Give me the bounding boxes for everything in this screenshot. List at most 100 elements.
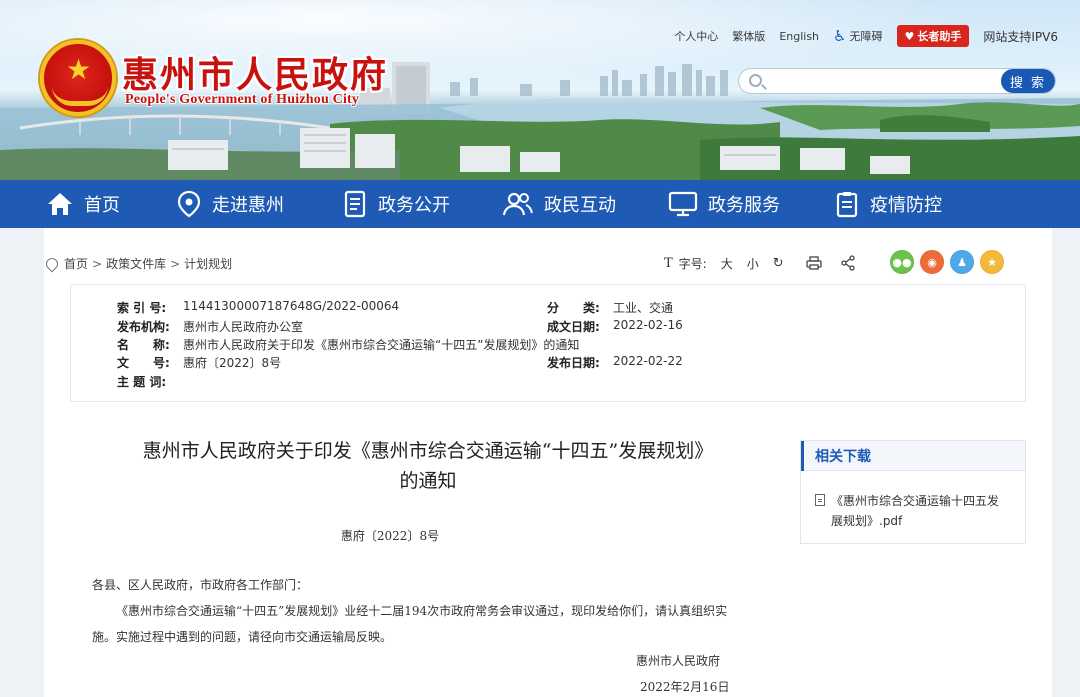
- download-link-pdf[interactable]: 《惠州市综合交通运输十四五发 展规划》.pdf: [815, 491, 1015, 531]
- download-link-line: 《惠州市综合交通运输十四五发: [831, 494, 1000, 508]
- site-title-en: People's Government of Huizhou City: [125, 92, 360, 107]
- ipv6-support-text: 网站支持IPV6: [983, 29, 1058, 44]
- meta-doc-no: 文 号: 惠府〔2022〕8号: [117, 354, 281, 371]
- article-title-line: 的通知: [399, 470, 457, 492]
- breadcrumb-separator: >: [92, 256, 103, 271]
- meta-issuer: 发布机构: 惠州市人民政府办公室: [117, 318, 303, 335]
- people-icon: [502, 192, 533, 216]
- breadcrumb-separator: >: [170, 256, 181, 271]
- search-box: 搜 索: [738, 68, 1056, 94]
- accessibility-label: 无障碍: [849, 30, 883, 43]
- nav-item-interaction[interactable]: 政民互动: [502, 180, 616, 228]
- share-icon[interactable]: [840, 255, 856, 271]
- article-title-line: 惠州市人民政府关于印发《惠州市综合交通运输“十四五”发展规划》: [142, 440, 714, 462]
- article-tools: T 字号: 大 小 ↻: [664, 252, 856, 274]
- header-banner: ★ 惠州市人民政府 People's Government of Huizhou…: [0, 0, 1080, 180]
- monitor-icon: [668, 191, 698, 217]
- nav-label: 疫情防控: [870, 195, 942, 216]
- location-icon: [43, 255, 61, 272]
- location-pin-icon: [177, 190, 201, 218]
- wechat-share-icon[interactable]: ●●: [890, 250, 914, 274]
- nav-item-home[interactable]: 首页: [46, 180, 120, 228]
- font-size-icon: T: [664, 255, 673, 271]
- nav-item-epidemic[interactable]: 疫情防控: [834, 180, 942, 228]
- wheelchair-icon: ♿: [833, 27, 847, 45]
- nav-label: 政民互动: [544, 195, 616, 216]
- clipboard-icon: [836, 192, 858, 218]
- breadcrumb-planning[interactable]: 计划规划: [184, 255, 232, 272]
- nav-item-about-huizhou[interactable]: 走进惠州: [176, 180, 284, 228]
- document-metadata: 索 引 号: 11441300007187648G/2022-00064 分 类…: [70, 284, 1026, 402]
- meta-value: 2022-02-16: [613, 318, 683, 332]
- font-large-button[interactable]: 大: [721, 255, 733, 272]
- search-icon: [749, 74, 762, 87]
- meta-key: 名 称:: [117, 338, 170, 352]
- elder-assistant-button[interactable]: ♥ 长者助手: [896, 25, 970, 47]
- article-title: 惠州市人民政府关于印发《惠州市综合交通运输“十四五”发展规划》 的通知: [70, 436, 786, 496]
- related-downloads-header: 相关下载: [801, 440, 1025, 471]
- download-link-text: 《惠州市综合交通运输十四五发 展规划》.pdf: [831, 491, 999, 531]
- article-salutation: 各县、区人民政府，市政府各工作部门：: [92, 578, 309, 592]
- top-links: 个人中心 繁体版 English ♿ 无障碍 ♥ 长者助手 网站支持IPV6: [674, 24, 1058, 48]
- national-emblem-icon: ★: [40, 40, 116, 116]
- nav-item-gov-affairs-open[interactable]: 政务公开: [342, 180, 450, 228]
- search-input[interactable]: [767, 69, 999, 93]
- related-downloads: 相关下载 《惠州市综合交通运输十四五发 展规划》.pdf: [800, 440, 1026, 544]
- elder-icon: ♥: [904, 29, 915, 43]
- meta-value: 惠府〔2022〕8号: [183, 356, 282, 370]
- document-icon: [344, 190, 366, 218]
- meta-name: 名 称: 惠州市人民政府关于印发《惠州市综合交通运输“十四五”发展规划》的通知: [117, 336, 579, 353]
- home-icon: [48, 193, 72, 215]
- accessibility-link[interactable]: ♿ 无障碍: [833, 27, 882, 45]
- file-icon: [815, 494, 825, 506]
- traditional-chinese-link[interactable]: 繁体版: [732, 28, 765, 44]
- weibo-share-icon[interactable]: ◉: [920, 250, 944, 274]
- personal-center-link[interactable]: 个人中心: [674, 28, 718, 44]
- download-link-line: 展规划》.pdf: [831, 514, 903, 528]
- qq-share-icon[interactable]: ♟: [950, 250, 974, 274]
- article-body-line: 《惠州市综合交通运输“十四五”发展规划》业经十二届194次市政府常务会审议通过，…: [116, 604, 728, 618]
- meta-key: 发布机构:: [117, 320, 170, 334]
- meta-key: 主 题 词:: [117, 375, 167, 389]
- font-size-label: 字号:: [678, 256, 707, 271]
- related-downloads-title: 相关下载: [815, 448, 871, 465]
- meta-category: 分 类: 工业、交通: [547, 299, 673, 316]
- meta-key: 分 类:: [547, 301, 600, 315]
- header-accent-bar: [801, 440, 804, 471]
- article: 惠州市人民政府关于印发《惠州市综合交通运输“十四五”发展规划》 的通知 惠府〔2…: [70, 420, 786, 697]
- main-nav: 首页 走进惠州 政务公开 政民互动 政务服务 疫情防控: [0, 180, 1080, 228]
- meta-publish-date: 发布日期: 2022-02-22: [547, 354, 683, 371]
- nav-label: 走进惠州: [212, 195, 284, 216]
- english-link[interactable]: English: [779, 30, 819, 43]
- meta-value: 惠州市人民政府办公室: [183, 320, 304, 334]
- meta-key: 成文日期:: [547, 320, 600, 334]
- elder-assistant-label: 长者助手: [917, 30, 962, 43]
- meta-value: 2022-02-22: [613, 354, 683, 368]
- breadcrumb-policy-library[interactable]: 政策文件库: [106, 255, 166, 272]
- favorite-share-icon[interactable]: ★: [980, 250, 1004, 274]
- nav-label: 政务服务: [708, 195, 780, 216]
- meta-index-no: 索 引 号: 11441300007187648G/2022-00064: [117, 299, 399, 316]
- font-small-button[interactable]: 小: [747, 255, 759, 272]
- meta-key: 文 号:: [117, 356, 170, 370]
- meta-key: 索 引 号:: [117, 301, 167, 315]
- article-body-line: 施。实施过程中遇到的问题，请径向市交通运输局反映。: [92, 630, 393, 644]
- breadcrumb-home[interactable]: 首页: [64, 255, 88, 272]
- emblem-star-icon: ★: [66, 53, 92, 86]
- article-signature: 惠州市人民政府: [636, 654, 721, 668]
- emblem-wheat-icon: [52, 86, 108, 106]
- meta-subject: 主 题 词:: [117, 373, 183, 390]
- meta-written-date: 成文日期: 2022-02-16: [547, 318, 683, 335]
- meta-key: 发布日期:: [547, 356, 600, 370]
- meta-value: 工业、交通: [613, 301, 674, 315]
- font-reset-icon[interactable]: ↻: [773, 256, 784, 271]
- meta-value: 惠州市人民政府关于印发《惠州市综合交通运输“十四五”发展规划》的通知: [183, 338, 580, 352]
- breadcrumb: 首页 > 政策文件库 > 计划规划: [43, 255, 232, 272]
- meta-value: 11441300007187648G/2022-00064: [183, 299, 400, 313]
- article-date: 2022年2月16日: [640, 680, 730, 694]
- print-icon[interactable]: [806, 256, 822, 270]
- site-title-cn[interactable]: 惠州市人民政府: [122, 46, 388, 98]
- nav-item-gov-services[interactable]: 政务服务: [668, 180, 780, 228]
- nav-label: 政务公开: [378, 195, 450, 216]
- search-button[interactable]: 搜 索: [1001, 69, 1055, 93]
